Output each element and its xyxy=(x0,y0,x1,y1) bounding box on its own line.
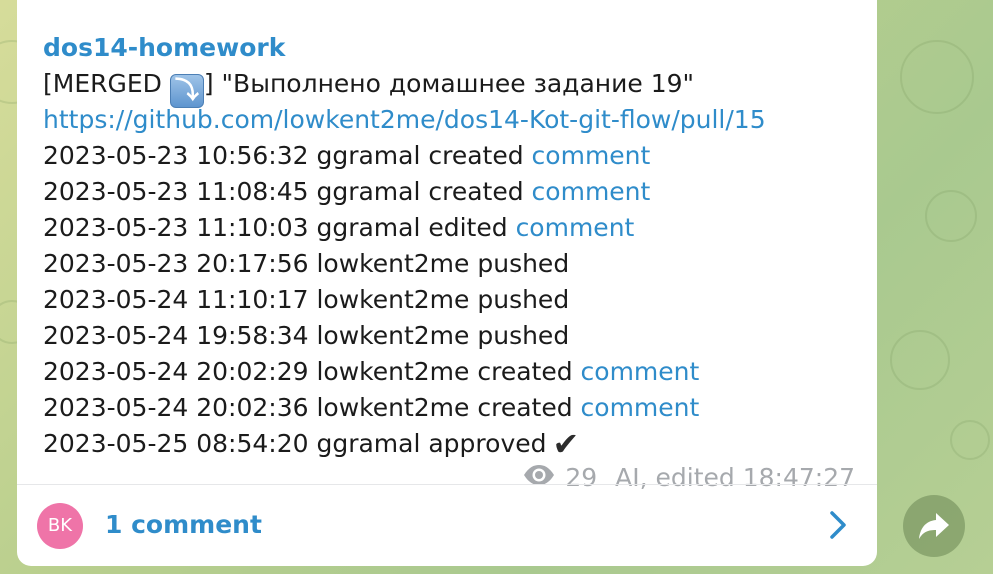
event-line: 2023-05-24 11:10:17 lowkent2me pushed xyxy=(43,282,873,318)
event-line: 2023-05-23 11:10:03 ggramal edited comme… xyxy=(43,210,873,246)
wallpaper-doodle xyxy=(900,40,974,114)
wallpaper-doodle xyxy=(925,190,977,242)
channel-name[interactable]: dos14-homework xyxy=(43,30,873,66)
comment-link[interactable]: comment xyxy=(532,177,651,206)
event-text: 2023-05-25 08:54:20 ggramal approved xyxy=(43,429,547,458)
event-line: 2023-05-23 20:17:56 lowkent2me pushed xyxy=(43,246,873,282)
event-text: 2023-05-24 19:58:34 lowkent2me pushed xyxy=(43,321,570,350)
comment-link[interactable]: comment xyxy=(581,393,700,422)
merge-title: [MERGED ⤵] "Выполнено домашнее задание 1… xyxy=(43,66,873,108)
event-line: 2023-05-24 20:02:29 lowkent2me created c… xyxy=(43,354,873,390)
comment-link[interactable]: comment xyxy=(532,141,651,170)
event-text: 2023-05-24 20:02:36 lowkent2me created xyxy=(43,393,581,422)
merge-title-prefix: [MERGED xyxy=(43,69,170,98)
event-line: 2023-05-23 10:56:32 ggramal created comm… xyxy=(43,138,873,174)
pull-request-link-line: https://github.com/lowkent2me/dos14-Kot-… xyxy=(43,102,873,138)
wallpaper-doodle xyxy=(890,330,950,390)
message-bubble: dos14-homework [MERGED ⤵] "Выполнено дом… xyxy=(17,0,877,566)
comments-button[interactable]: BK 1 comment xyxy=(17,485,877,566)
event-text: 2023-05-24 20:02:29 lowkent2me created xyxy=(43,357,581,386)
wallpaper-doodle xyxy=(950,420,990,460)
event-line: 2023-05-24 20:02:36 lowkent2me created c… xyxy=(43,390,873,426)
event-line: 2023-05-24 19:58:34 lowkent2me pushed xyxy=(43,318,873,354)
share-button[interactable] xyxy=(903,495,965,557)
event-text: 2023-05-24 11:10:17 lowkent2me pushed xyxy=(43,285,570,314)
event-text: 2023-05-23 11:08:45 ggramal created xyxy=(43,177,532,206)
chevron-right-icon xyxy=(829,510,847,544)
message-content: dos14-homework [MERGED ⤵] "Выполнено дом… xyxy=(43,30,873,462)
check-mark-icon: ✔ xyxy=(552,425,580,463)
event-text: 2023-05-23 11:10:03 ggramal edited xyxy=(43,213,516,242)
avatar: BK xyxy=(37,503,83,549)
event-line: 2023-05-25 08:54:20 ggramal approved ✔ xyxy=(43,426,873,462)
event-line: 2023-05-23 11:08:45 ggramal created comm… xyxy=(43,174,873,210)
event-text: 2023-05-23 20:17:56 lowkent2me pushed xyxy=(43,249,570,278)
event-text: 2023-05-23 10:56:32 ggramal created xyxy=(43,141,532,170)
comment-link[interactable]: comment xyxy=(581,357,700,386)
pull-request-link[interactable]: https://github.com/lowkent2me/dos14-Kot-… xyxy=(43,105,766,134)
comments-count-label: 1 comment xyxy=(105,510,262,539)
merge-title-suffix: ] "Выполнено домашнее задание 19" xyxy=(203,69,695,98)
comment-link[interactable]: comment xyxy=(516,213,635,242)
